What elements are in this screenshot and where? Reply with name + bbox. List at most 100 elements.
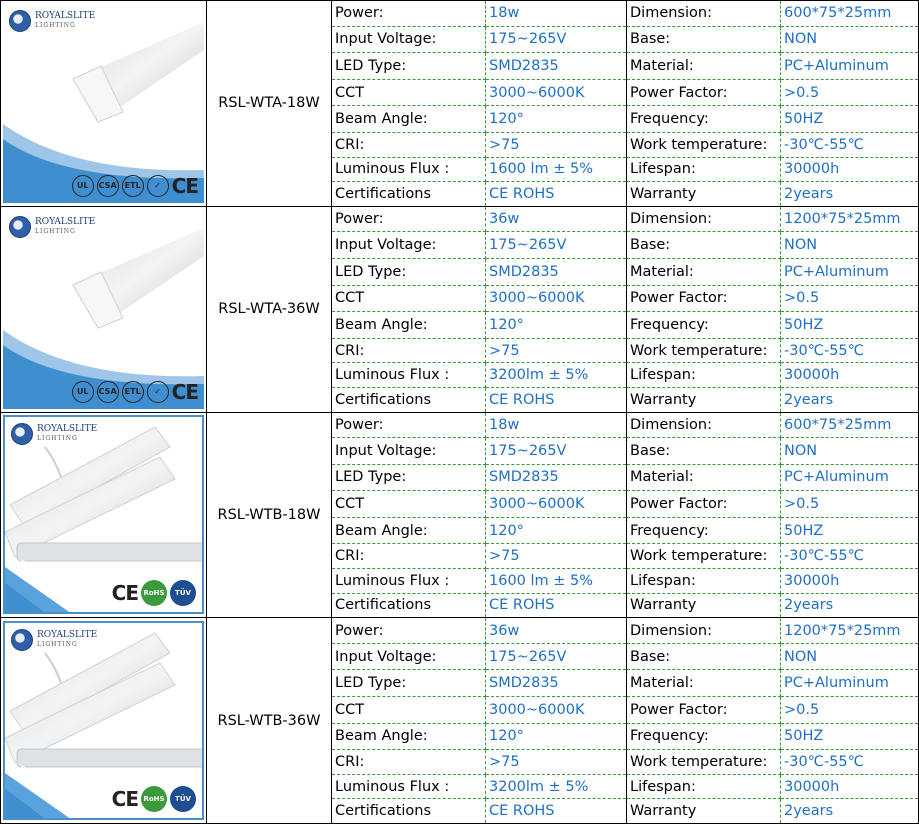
tuv-icon: TÜV xyxy=(170,786,196,813)
brand-name: ROYALSLITE xyxy=(35,216,96,227)
spec-label: Power Factor: xyxy=(626,490,781,518)
spec-value: 2years xyxy=(780,798,919,824)
spec-label: Certifications xyxy=(331,593,486,619)
spec-value: 600*75*25mm xyxy=(780,0,919,27)
spec-label: Lifespan: xyxy=(626,157,781,183)
spec-value: 1600 lm ± 5% xyxy=(485,568,627,594)
spec-label: Luminous Flux : xyxy=(331,362,486,388)
spec-label: Beam Angle: xyxy=(331,311,486,339)
spec-value: 50HZ xyxy=(780,517,919,545)
spec-row: ROYALSLITE LIGHTING Discount NOW CE RoHS TÜV R… xyxy=(0,617,919,824)
spec-label: Frequency: xyxy=(626,105,781,133)
spec-label: Frequency: xyxy=(626,723,781,751)
spec-label: LED Type: xyxy=(331,52,486,80)
spec-value: PC+Aluminum xyxy=(780,669,919,698)
spec-label: Dimension: xyxy=(626,0,781,27)
spec-sheet: ROYALSLITE LIGHTING UL CSA ETL ✓ CE RSL-WTA-18W… xyxy=(0,0,919,824)
spec-label: Base: xyxy=(626,437,781,465)
certification-icons: UL CSA ETL ✓ CE xyxy=(71,380,199,403)
spec-label: Warranty xyxy=(626,593,781,619)
brand-mark-icon xyxy=(9,215,31,238)
model-name: RSL-WTA-36W xyxy=(206,205,332,413)
spec-value: -30℃-55℃ xyxy=(780,749,919,775)
spec-value: 30000h xyxy=(780,568,919,594)
spec-value: CE ROHS xyxy=(485,181,627,207)
spec-value: SMD2835 xyxy=(485,669,627,698)
spec-value: SMD2835 xyxy=(485,52,627,80)
spec-value: PC+Aluminum xyxy=(780,464,919,492)
product-image-cell: ROYALSLITE LIGHTING Discount NOW CE RoHS TÜV xyxy=(0,617,207,824)
spec-value: 50HZ xyxy=(780,311,919,339)
certification-icons: CE RoHS TÜV xyxy=(112,786,196,813)
spec-value: NON xyxy=(780,643,919,671)
spec-value: CE ROHS xyxy=(485,798,627,824)
spec-label: CCT xyxy=(331,490,486,518)
check-icon: ✓ xyxy=(146,174,169,197)
spec-label: Input Voltage: xyxy=(331,26,486,54)
spec-label: Work temperature: xyxy=(626,338,781,364)
spec-label: Lifespan: xyxy=(626,568,781,594)
spec-label: CCT xyxy=(331,696,486,724)
spec-label: CRI: xyxy=(331,749,486,775)
spec-value: 50HZ xyxy=(780,723,919,751)
spec-value: 600*75*25mm xyxy=(780,411,919,439)
spec-value: 18w xyxy=(485,411,627,439)
spec-value: 1200*75*25mm xyxy=(780,617,919,644)
spec-value: 2years xyxy=(780,387,919,413)
product-image-cell: ROYALSLITE LIGHTING Discount NOW CE RoHS TÜV xyxy=(0,411,207,619)
spec-label: Work temperature: xyxy=(626,132,781,158)
spec-value: >75 xyxy=(485,338,627,364)
ul-icon: UL xyxy=(71,380,94,403)
brand-mark-icon xyxy=(11,629,33,652)
spec-label: Input Voltage: xyxy=(331,643,486,671)
spec-row: ROYALSLITE LIGHTING Discount NOW CE RoHS TÜV R… xyxy=(0,411,919,619)
product-image: ROYALSLITE LIGHTING UL CSA ETL ✓ CE xyxy=(3,3,204,203)
spec-value: -30℃-55℃ xyxy=(780,132,919,158)
spec-value: 36w xyxy=(485,617,627,644)
spec-label: Power Factor: xyxy=(626,696,781,724)
spec-label: Luminous Flux : xyxy=(331,157,486,183)
spec-label: Input Voltage: xyxy=(331,437,486,465)
spec-value: 3000~6000K xyxy=(485,285,627,313)
spec-value: 120° xyxy=(485,105,627,133)
spec-label: LED Type: xyxy=(331,258,486,286)
spec-value: >0.5 xyxy=(780,696,919,724)
spec-label: Frequency: xyxy=(626,517,781,545)
model-name: RSL-WTB-18W xyxy=(206,411,332,619)
spec-value: >0.5 xyxy=(780,490,919,518)
brand-name: ROYALSLITE xyxy=(37,630,98,641)
spec-label: Luminous Flux : xyxy=(331,568,486,594)
spec-value: 50HZ xyxy=(780,105,919,133)
spec-value: 1200*75*25mm xyxy=(780,205,919,233)
spec-value: -30℃-55℃ xyxy=(780,543,919,570)
brand-mark-icon xyxy=(9,9,31,32)
spec-label: Dimension: xyxy=(626,411,781,439)
spec-value: 3200lm ± 5% xyxy=(485,362,627,388)
spec-value: 120° xyxy=(485,723,627,751)
spec-value: >75 xyxy=(485,543,627,570)
spec-label: Base: xyxy=(626,26,781,54)
certification-icons: CE RoHS TÜV xyxy=(112,580,196,607)
spec-value: PC+Aluminum xyxy=(780,52,919,80)
spec-label: Material: xyxy=(626,52,781,80)
csa-icon: CSA xyxy=(96,174,119,197)
spec-label: Power: xyxy=(331,0,486,27)
spec-value: 175~265V xyxy=(485,26,627,54)
check-icon: ✓ xyxy=(146,380,169,403)
spec-label: Lifespan: xyxy=(626,362,781,388)
spec-value: SMD2835 xyxy=(485,258,627,286)
product-image: ROYALSLITE LIGHTING UL CSA ETL ✓ CE xyxy=(3,209,204,409)
spec-value: 2years xyxy=(780,181,919,207)
model-name: RSL-WTA-18W xyxy=(206,0,332,207)
spec-label: Base: xyxy=(626,643,781,671)
brand-name: ROYALSLITE xyxy=(35,10,96,21)
spec-label: Frequency: xyxy=(626,311,781,339)
ce-icon: CE xyxy=(171,173,199,198)
spec-label: LED Type: xyxy=(331,464,486,492)
brand-sub: LIGHTING xyxy=(35,21,76,29)
brand-mark-icon xyxy=(11,423,33,446)
spec-value: 1600 lm ± 5% xyxy=(485,157,627,183)
model-name: RSL-WTB-36W xyxy=(206,617,332,824)
spec-label: Work temperature: xyxy=(626,749,781,775)
spec-value: 175~265V xyxy=(485,437,627,465)
